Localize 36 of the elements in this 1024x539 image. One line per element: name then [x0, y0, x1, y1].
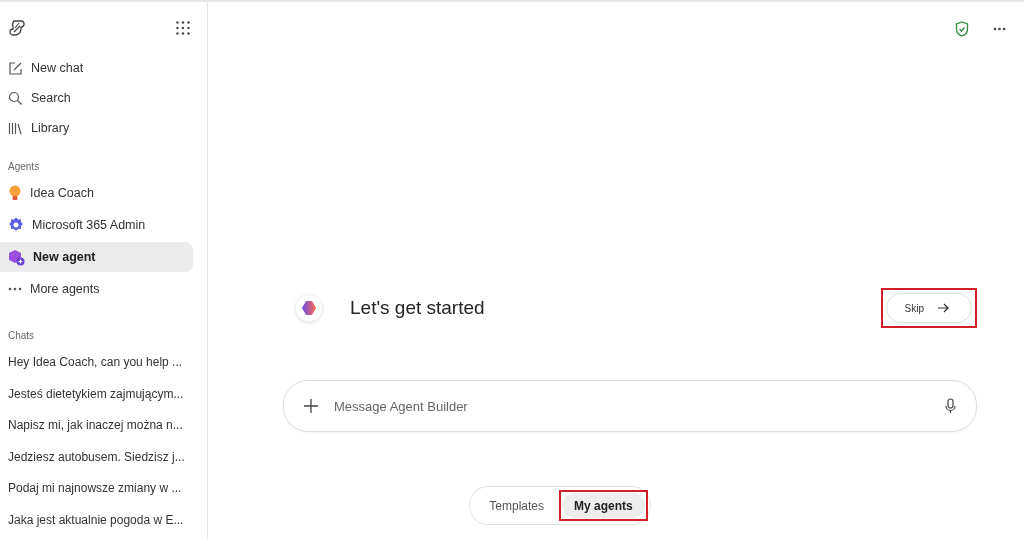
- message-composer[interactable]: Message Agent Builder: [283, 380, 977, 432]
- more-icon: [8, 287, 22, 291]
- lightbulb-icon: [8, 185, 22, 201]
- agent-plus-icon: [8, 248, 25, 266]
- tab[interactable]: My agents: [562, 493, 645, 518]
- skip-button[interactable]: Skip: [885, 293, 972, 323]
- search-icon: [8, 90, 23, 106]
- nav-item[interactable]: Library: [0, 113, 207, 143]
- section-heading: Chats: [7, 328, 36, 343]
- agent-item[interactable]: Microsoft 365 Admin: [0, 210, 193, 240]
- plus-icon[interactable]: [304, 399, 318, 413]
- microphone-icon[interactable]: [945, 398, 956, 414]
- logo-icon[interactable]: [8, 19, 26, 37]
- chat-item[interactable]: Napisz mi, jak inaczej można n...: [0, 410, 207, 442]
- compose-icon: [8, 60, 23, 76]
- agent-item[interactable]: More agents: [0, 274, 193, 304]
- chat-item[interactable]: Podaj mi najnowsze zmiany w ...: [0, 473, 207, 505]
- agent-item[interactable]: New agent: [0, 242, 193, 272]
- hexagon-logo-icon: [301, 300, 317, 316]
- chat-item[interactable]: Jaka jest aktualnie pogoda w E...: [0, 504, 207, 536]
- message-field[interactable]: Message Agent Builder: [332, 397, 931, 415]
- apps-grid-icon[interactable]: [176, 21, 190, 35]
- nav-item[interactable]: New chat: [0, 53, 207, 83]
- tab[interactable]: Templates: [477, 493, 556, 518]
- section-heading: Agents: [7, 159, 41, 174]
- agent-item[interactable]: Idea Coach: [0, 178, 193, 208]
- shield-check-icon[interactable]: [955, 21, 969, 37]
- nav-item[interactable]: Search: [0, 83, 207, 113]
- chat-item[interactable]: Hey Idea Coach, can you help ...: [0, 347, 207, 379]
- chat-item[interactable]: Jesteś dietetykiem zajmującym...: [0, 378, 207, 410]
- gear-icon: [8, 217, 24, 233]
- greeting-text: Let's get started: [350, 297, 486, 319]
- arrow-right-icon: [938, 303, 949, 313]
- library-icon: [8, 120, 23, 136]
- more-icon[interactable]: [993, 27, 1006, 31]
- chat-item[interactable]: Jedziesz autobusem. Siedzisz j...: [0, 441, 207, 473]
